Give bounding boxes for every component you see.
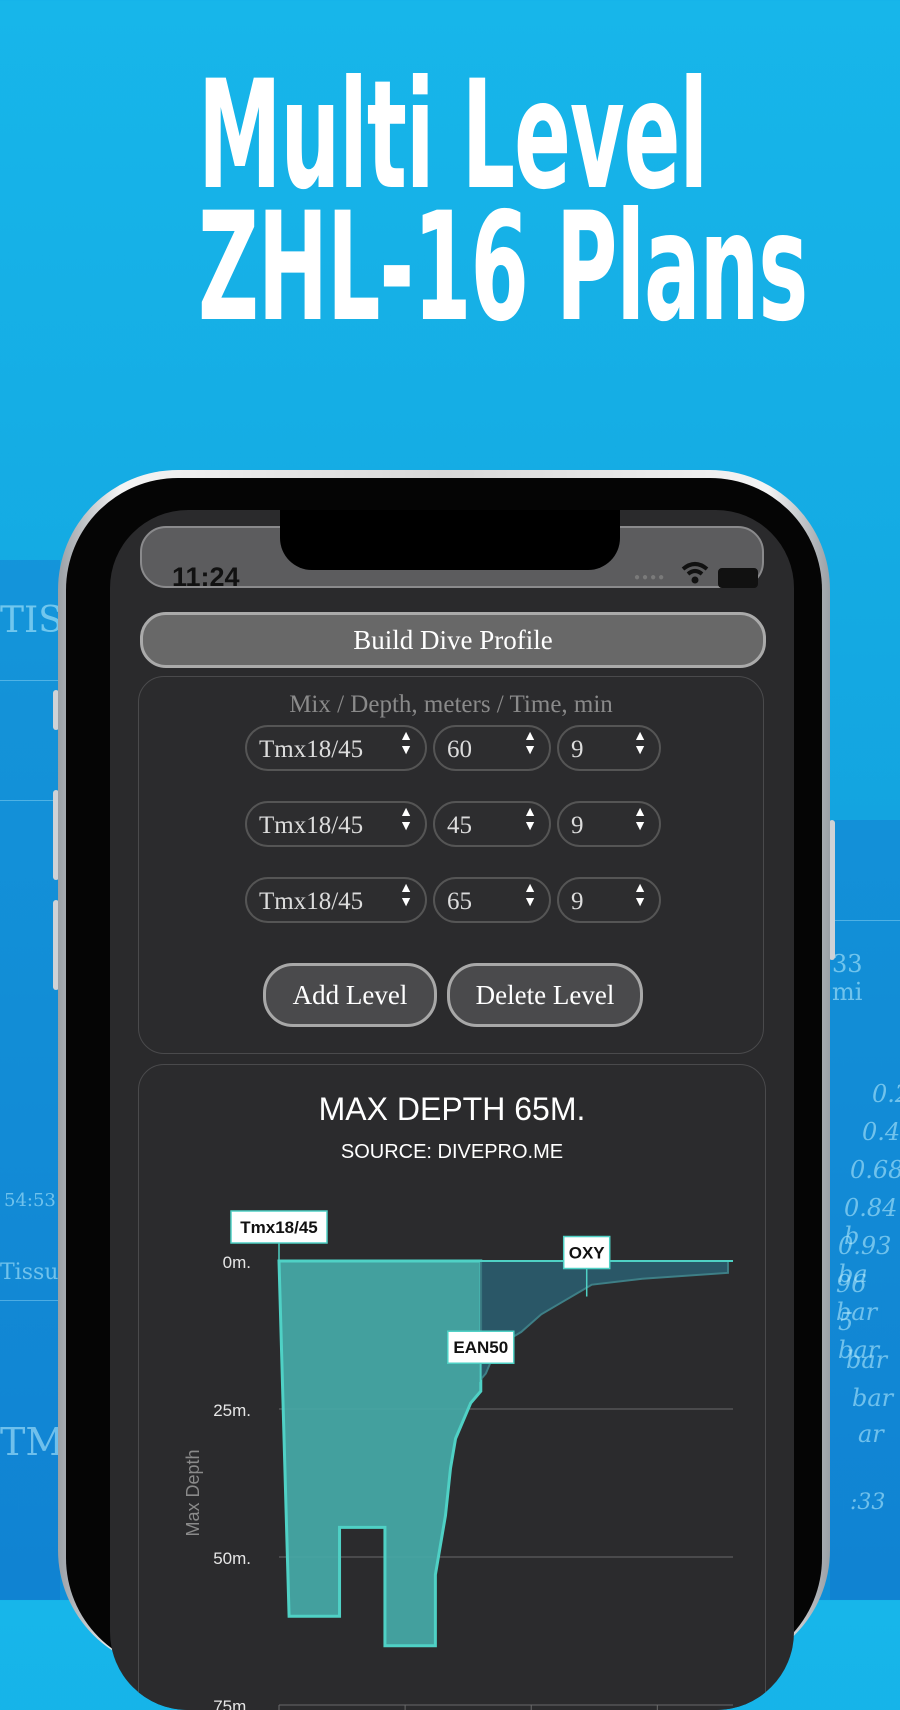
add-level-button[interactable]: Add Level <box>263 963 437 1027</box>
time-select-value: 9 <box>571 888 584 915</box>
depth-select-value: 60 <box>447 736 472 763</box>
signal-dots-icon: ●●●● <box>634 572 667 583</box>
notch <box>280 510 620 570</box>
bg-line <box>0 680 60 681</box>
time-select-3[interactable]: 9 ▲ ▼ <box>557 877 661 923</box>
depth-select-value: 45 <box>447 812 472 839</box>
y-tick-label: 75m. <box>213 1697 251 1710</box>
time-select-2[interactable]: 9 ▲ ▼ <box>557 801 661 847</box>
y-tick-label: 25m. <box>213 1401 251 1420</box>
bg-text-right-11: ar <box>858 1420 884 1448</box>
wifi-icon <box>681 562 709 584</box>
annotation-label: Tmx18/45 <box>240 1218 318 1237</box>
mix-select-value: Tmx18/45 <box>259 812 364 839</box>
chart-subtitle: SOURCE: DIVEPRO.ME <box>340 1141 564 1163</box>
status-time: 11:24 <box>172 562 240 592</box>
chart-card: MAX DEPTH 65M. SOURCE: DIVEPRO.ME 0m. 25m… <box>138 1064 766 1710</box>
mix-select-value: Tmx18/45 <box>259 888 364 915</box>
bg-text-right-1: 33 mi <box>832 950 863 1006</box>
depth-profile-chart: 0m.25m.50m.75m.0min25min50min75minMax De… <box>183 1210 733 1710</box>
bg-text-right-2: 0.2 <box>872 1080 900 1108</box>
depth-select-2[interactable]: 45 ▲ ▼ <box>433 801 551 847</box>
depth-select-1[interactable]: 60 ▲ ▼ <box>433 725 551 771</box>
bg-text-right-4: 0.68 <box>850 1156 900 1184</box>
bg-text-left-2: 54:53 <box>4 1190 56 1211</box>
annotation-label: OXY <box>569 1244 606 1263</box>
annotation-label: EAN50 <box>453 1338 508 1357</box>
bg-text-right-3: 0.45 <box>862 1118 900 1146</box>
app-screen: 11:24 ●●●● Build Dive Profile Mix / Dept… <box>110 510 794 1710</box>
updown-arrows-icon: ▲ ▼ <box>633 729 647 758</box>
updown-arrows-icon: ▲ ▼ <box>399 729 413 758</box>
time-select-1[interactable]: 9 ▲ ▼ <box>557 725 661 771</box>
headline: Multi Level ZHL-16 Plans <box>0 61 900 355</box>
build-dive-profile-button[interactable]: Build Dive Profile <box>140 612 766 668</box>
phone-frame: 11:24 ●●●● Build Dive Profile Mix / Dept… <box>58 470 830 1710</box>
mix-select-value: Tmx18/45 <box>259 736 364 763</box>
time-select-value: 9 <box>571 736 584 763</box>
profile-area-series-1 <box>277 1259 483 1648</box>
bg-text-left-3: Tissu <box>0 1260 59 1285</box>
mix-select-2[interactable]: Tmx18/45 ▲ ▼ <box>245 801 427 847</box>
bg-line <box>830 920 900 921</box>
y-tick-label: 50m. <box>213 1549 251 1568</box>
levels-card: Mix / Depth, meters / Time, min Tmx18/45… <box>138 676 764 1054</box>
updown-arrows-icon: ▲ ▼ <box>523 805 537 834</box>
bg-text-right-12: :33 <box>850 1490 886 1515</box>
chart-title: MAX DEPTH 65M. <box>318 1091 586 1127</box>
updown-arrows-icon: ▲ ▼ <box>399 881 413 910</box>
levels-header: Mix / Depth, meters / Time, min <box>289 691 613 718</box>
mix-select-3[interactable]: Tmx18/45 ▲ ▼ <box>245 877 427 923</box>
updown-arrows-icon: ▲ ▼ <box>523 881 537 910</box>
depth-select-3[interactable]: 65 ▲ ▼ <box>433 877 551 923</box>
headline-line-2: ZHL-16 Plans <box>198 181 808 355</box>
depth-select-value: 65 <box>447 888 472 915</box>
mix-select-1[interactable]: Tmx18/45 ▲ ▼ <box>245 725 427 771</box>
bg-text-right-9: bar <box>846 1346 888 1374</box>
time-select-value: 9 <box>571 812 584 839</box>
bg-line <box>0 800 60 801</box>
updown-arrows-icon: ▲ ▼ <box>633 881 647 910</box>
bg-text-right-10: bar <box>852 1384 894 1412</box>
bg-line <box>0 1300 60 1301</box>
updown-arrows-icon: ▲ ▼ <box>633 805 647 834</box>
battery-icon <box>718 568 758 588</box>
y-tick-label: 0m. <box>223 1253 251 1272</box>
y-axis-label: Max Depth <box>183 1449 203 1536</box>
delete-level-button[interactable]: Delete Level <box>447 963 643 1027</box>
phone-bezel: 11:24 ●●●● Build Dive Profile Mix / Dept… <box>66 478 822 1710</box>
updown-arrows-icon: ▲ ▼ <box>523 729 537 758</box>
profile-area-series-2 <box>479 1260 729 1383</box>
updown-arrows-icon: ▲ ▼ <box>399 805 413 834</box>
